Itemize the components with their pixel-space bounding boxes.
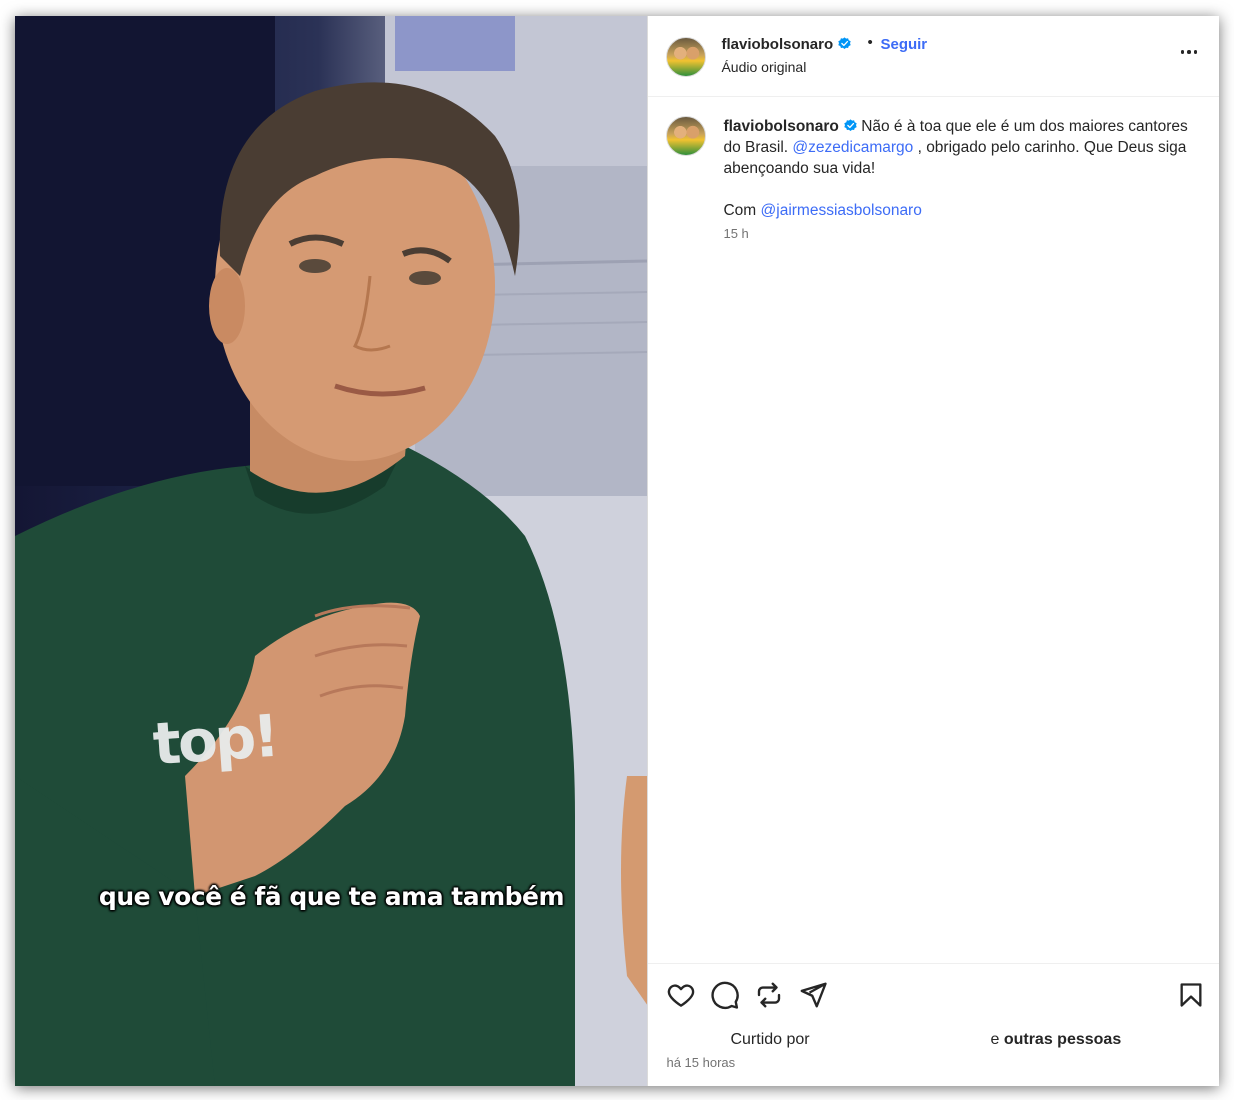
author-avatar[interactable] [666, 37, 707, 77]
post-age[interactable]: há 15 horas [666, 1055, 735, 1070]
author-username-text[interactable]: flaviobolsonaro [721, 36, 833, 53]
caption-username[interactable]: flaviobolsonaro [723, 118, 838, 135]
share-send-icon[interactable] [798, 980, 828, 1010]
like-heart-icon[interactable] [666, 980, 696, 1010]
more-options-icon[interactable] [1177, 40, 1201, 64]
repost-icon[interactable] [754, 980, 784, 1010]
save-bookmark-icon[interactable] [1177, 981, 1205, 1009]
liked-by-others[interactable]: e outras pessoas [990, 1031, 1121, 1049]
liked-by-label: Curtido por [730, 1031, 810, 1048]
mention-zezedicamargo[interactable]: @zezedicamargo [792, 139, 913, 156]
shirt-print-text: top! [150, 701, 279, 779]
post-side-panel: flaviobolsonaro • Seguir Áudio original … [647, 16, 1219, 1086]
follow-button[interactable]: Seguir [880, 36, 927, 53]
post-header: flaviobolsonaro • Seguir Áudio original [648, 16, 1219, 97]
caption-with-label: Com [723, 202, 757, 219]
separator-dot: • [867, 34, 873, 51]
caption-timestamp[interactable]: 15 h [723, 226, 748, 241]
post-video[interactable]: top! que você é fã que te ama também [15, 16, 648, 1086]
caption-verified-badge-icon [844, 119, 857, 132]
liked-by-others-prefix: e [990, 1031, 1000, 1048]
author-username[interactable]: flaviobolsonaro [721, 36, 851, 53]
video-frame-illustration [15, 16, 648, 1086]
actions-divider [648, 963, 1219, 964]
original-audio-link[interactable]: Áudio original [721, 59, 806, 75]
mention-jairmessiasbolsonaro[interactable]: @jairmessiasbolsonaro [761, 202, 922, 219]
video-subtitle: que você é fã que te ama também [98, 882, 565, 911]
post-card: top! que você é fã que te ama também fla… [15, 16, 1219, 1086]
liked-by-others-link[interactable]: outras pessoas [1004, 1031, 1121, 1048]
comment-bubble-icon[interactable] [710, 980, 740, 1010]
verified-badge-icon [838, 37, 851, 50]
caption-text: flaviobolsonaro Não é à toa que ele é um… [723, 116, 1193, 221]
caption-author-avatar[interactable] [666, 116, 707, 156]
action-bar [666, 980, 828, 1010]
